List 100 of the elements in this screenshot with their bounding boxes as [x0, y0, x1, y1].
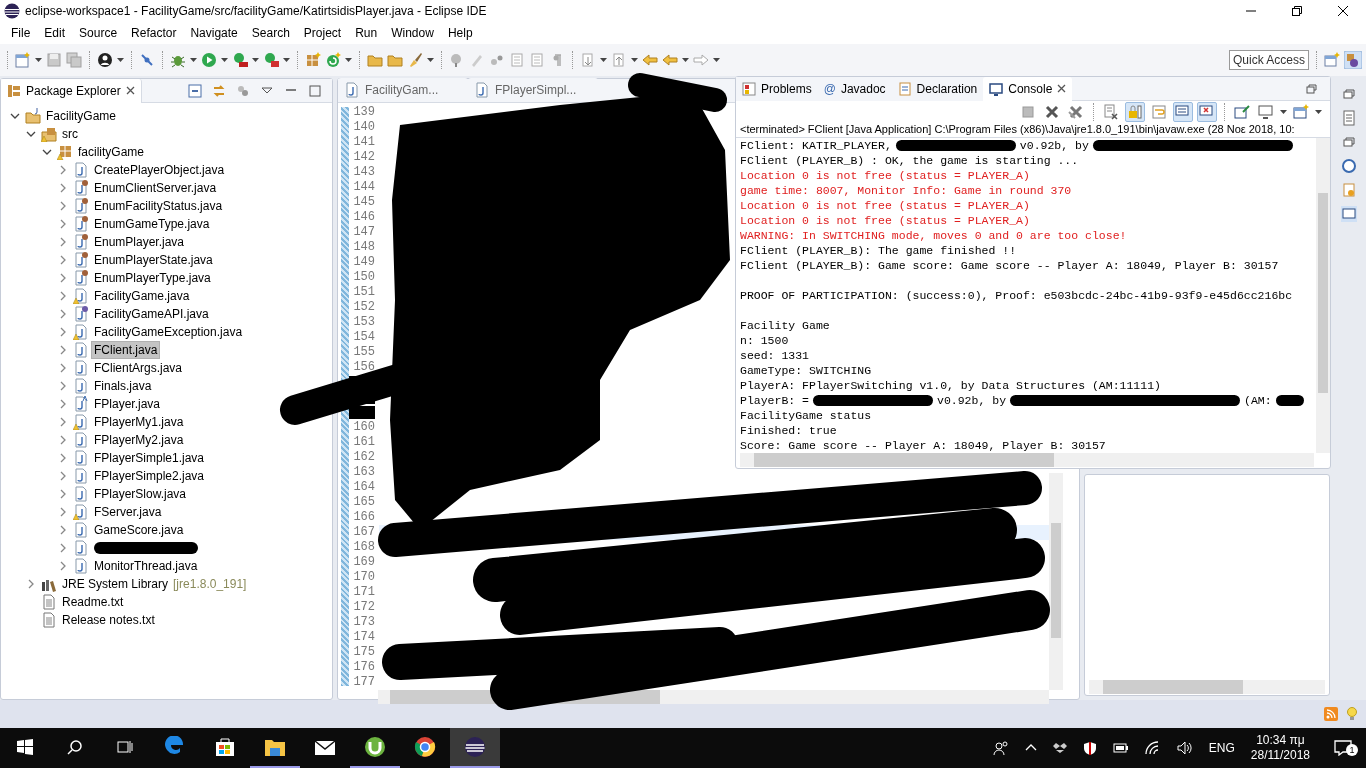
tree-item[interactable]: EnumPlayer.java — [92, 234, 187, 250]
shield-icon[interactable] — [1082, 741, 1097, 755]
tree-item[interactable]: src — [60, 126, 80, 142]
language-indicator[interactable]: ENG — [1208, 739, 1235, 757]
tree-item[interactable]: EnumFacilityStatus.java — [92, 198, 225, 214]
filter-icon[interactable] — [236, 83, 250, 98]
scrollbar[interactable] — [1049, 473, 1063, 690]
clock-date[interactable]: 28/11/2018 — [1250, 748, 1310, 763]
tree-item[interactable]: EnumGameType.java — [92, 216, 212, 232]
new-console-icon[interactable] — [1293, 103, 1309, 120]
task-view-icon[interactable] — [117, 739, 133, 755]
tree-item[interactable]: FPlayerMy2.java — [92, 432, 186, 448]
brush-icon[interactable] — [407, 52, 423, 68]
editor-tab[interactable]: FacilityGam... — [365, 81, 439, 99]
scrollbar[interactable] — [740, 453, 1314, 467]
battery-icon[interactable] — [1112, 742, 1129, 754]
save-all-icon[interactable] — [66, 52, 82, 68]
tree-item[interactable]: EnumPlayerType.java — [92, 270, 213, 286]
view-tab[interactable]: Javadoc — [840, 79, 886, 98]
tree-item[interactable]: EnumPlayerState.java — [92, 252, 215, 268]
tree-item[interactable]: FClient.java — [92, 342, 160, 358]
tree-item[interactable]: FacilityGameException.java — [92, 324, 245, 340]
wifi-icon[interactable] — [1144, 741, 1161, 755]
people-icon[interactable] — [992, 740, 1009, 756]
tree-item[interactable]: FPlayer.java — [92, 396, 163, 412]
maximize-icon[interactable] — [308, 83, 322, 98]
search-icon[interactable] — [67, 739, 83, 755]
tree-item[interactable]: FServer.java — [92, 504, 164, 520]
clock-time[interactable]: 10:34 πμ — [1256, 733, 1305, 748]
rss-feed-icon[interactable] — [1324, 707, 1338, 721]
tree-item[interactable]: GameScore.java — [92, 522, 186, 538]
tree-item[interactable]: MonitorThread.java — [92, 558, 200, 574]
tree-item[interactable]: CreatePlayerObject.java — [92, 162, 227, 178]
menu-item[interactable]: Project — [296, 22, 349, 44]
close-icon[interactable] — [125, 86, 135, 95]
menu-item[interactable]: Edit — [37, 22, 73, 44]
editor-tab[interactable]: FPlayerSimpl... — [495, 81, 577, 99]
eclipse-logo-icon[interactable] — [464, 736, 486, 758]
console-view-icon[interactable] — [1341, 206, 1357, 222]
scrollbar[interactable] — [1089, 680, 1325, 694]
torrent-client-icon[interactable] — [364, 736, 386, 758]
profile-icon[interactable] — [263, 52, 279, 68]
lightbulb-icon[interactable] — [1346, 706, 1358, 722]
scrollbar[interactable] — [1316, 138, 1330, 453]
menu-item[interactable]: Search — [244, 22, 297, 44]
tree-item[interactable]: FPlayerMy1.java — [92, 414, 186, 430]
terminate-icon[interactable] — [1020, 103, 1036, 120]
tree-item[interactable]: FPlayerSlow.java — [92, 486, 189, 502]
tree-item[interactable]: FacilityGame — [44, 108, 118, 124]
tree-item[interactable]: JRE System Library — [60, 576, 171, 592]
menu-item[interactable]: Window — [384, 22, 441, 44]
word-wrap-icon[interactable] — [1151, 103, 1167, 120]
speaker-icon[interactable] — [1176, 741, 1193, 755]
pin-icon[interactable] — [1234, 103, 1250, 120]
declaration-view-icon[interactable] — [1341, 182, 1357, 198]
shopping-bag-icon[interactable] — [214, 736, 236, 758]
tree-item[interactable]: facilityGame — [76, 144, 147, 160]
dropbox-icon[interactable] — [1052, 741, 1067, 755]
outline-icon[interactable] — [1341, 110, 1357, 126]
tree-item[interactable]: FClientArgs.java — [92, 360, 185, 376]
grid-icon[interactable] — [305, 52, 321, 68]
scroll-lock-icon[interactable] — [1127, 103, 1143, 120]
person-icon[interactable] — [97, 52, 113, 68]
close-icon[interactable] — [1338, 6, 1348, 16]
console-text: Finished: true — [740, 423, 837, 438]
coverage-icon[interactable] — [232, 52, 248, 68]
remove-icon[interactable] — [1044, 103, 1060, 120]
tree-item[interactable]: FPlayerSimple1.java — [92, 450, 207, 466]
menu-item[interactable]: Source — [72, 22, 125, 44]
menu-item[interactable]: File — [4, 22, 38, 44]
collapse-all-icon[interactable] — [188, 83, 202, 98]
javadoc-view-icon[interactable] — [1341, 158, 1357, 174]
menu-item[interactable]: Help — [440, 22, 480, 44]
display-console-icon[interactable] — [1258, 103, 1274, 120]
remove-all-icon[interactable] — [1068, 103, 1084, 120]
view-tab[interactable]: Problems — [761, 79, 812, 98]
tree-item[interactable]: Finals.java — [92, 378, 154, 394]
browser-icon[interactable] — [414, 736, 436, 758]
menu-item[interactable]: Navigate — [183, 22, 245, 44]
windows-start-icon[interactable] — [17, 739, 33, 755]
console-text: FClient (PLAYER_B) : OK, the game is starting ... — [740, 153, 1079, 168]
perspective-icon[interactable] — [1324, 52, 1340, 68]
maximize-icon[interactable] — [1304, 81, 1318, 96]
tree-item[interactable]: Release notes.txt — [60, 612, 157, 628]
link-icon[interactable] — [212, 83, 226, 98]
close-icon[interactable] — [1057, 84, 1067, 93]
tree-item[interactable]: FacilityGame.java — [92, 288, 192, 304]
tree-item[interactable]: FPlayerSimple2.java — [92, 468, 207, 484]
view-tab[interactable]: Declaration — [916, 79, 978, 98]
tree-item[interactable]: Readme.txt — [60, 594, 126, 610]
search-field[interactable]: Quick Access — [1229, 50, 1309, 70]
pin-icon[interactable] — [139, 52, 155, 68]
menu-item[interactable]: Run — [348, 22, 385, 44]
restore-icon[interactable] — [1292, 6, 1302, 16]
notification-icon[interactable] — [1334, 740, 1352, 756]
java-perspective-icon[interactable] — [1344, 51, 1362, 69]
tree-item[interactable]: FacilityGameAPI.java — [92, 306, 211, 322]
menu-item[interactable]: Refactor — [124, 22, 184, 44]
clear-console-icon[interactable] — [1103, 103, 1119, 120]
tree-item[interactable]: EnumClientServer.java — [92, 180, 219, 196]
